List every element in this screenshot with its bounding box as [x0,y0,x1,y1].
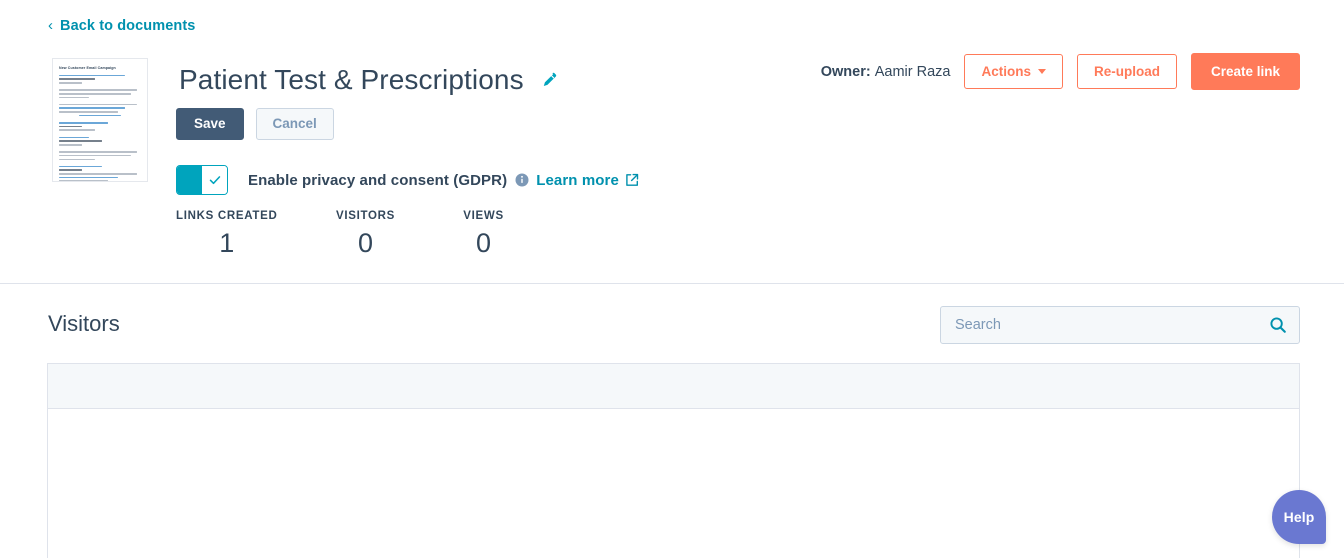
stat-label: VISITORS [335,210,396,222]
cancel-button[interactable]: Cancel [255,108,334,140]
thumbnail-line [59,122,109,124]
thumbnail-line [59,136,89,139]
gdpr-label: Enable privacy and consent (GDPR) [248,171,508,189]
toggle-track-on [177,166,202,194]
thumbnail-title: New Customer Email Campaign [59,66,116,70]
thumbnail-line [59,82,82,84]
search-icon[interactable] [1269,316,1287,334]
external-link-icon-svg [626,173,639,186]
stat-views: VIEWS 0 [454,210,514,257]
thumbnail-line [78,114,122,117]
stat-visitors: VISITORS 0 [336,210,396,257]
actions-dropdown-label: Actions [981,64,1031,79]
re-upload-button[interactable]: Re-upload [1076,54,1177,89]
stat-value: 1 [219,228,235,258]
visitors-table-body [48,409,1299,558]
document-details-page: ‹ Back to documents New Customer Email C… [0,0,1344,558]
search-input[interactable] [940,306,1300,344]
edit-action-buttons: Save Cancel [176,108,334,140]
header-actions: Owner: Aamir Raza Actions Re-upload Crea… [821,53,1300,90]
owner-label: Owner: [820,63,871,80]
pencil-icon[interactable] [538,69,560,91]
stat-label: VIEWS [463,210,504,222]
thumbnail-line [59,92,132,95]
thumbnail-line [59,89,137,91]
actions-dropdown-button[interactable]: Actions [964,54,1063,89]
help-button[interactable]: Help [1272,490,1326,544]
caret-down-icon [1037,69,1046,74]
pencil-icon-svg [543,72,556,86]
document-stats: LINKS CREATED 1 VISITORS 0 VIEWS 0 [176,210,514,257]
stat-label: LINKS CREATED [176,210,278,222]
thumbnail-line [59,151,137,153]
toggle-knob [202,166,227,194]
visitors-section: Visitors [0,285,1344,558]
learn-more-link[interactable]: Learn more [536,172,619,189]
gdpr-toggle[interactable] [176,165,228,195]
thumbnail-line [59,143,82,146]
external-link-icon[interactable] [625,173,639,187]
visitors-table-header-row [48,364,1299,409]
check-icon [209,176,220,185]
info-circle-icon[interactable] [515,173,529,187]
thumbnail-line [59,78,96,80]
search-icon-svg [1270,317,1286,333]
help-label: Help [1283,509,1315,525]
thumbnail-line [59,129,96,132]
thumbnail-line [59,140,102,142]
owner-name: Aamir Raza [874,63,951,80]
thumbnail-line [59,107,125,110]
thumbnail-line [59,103,137,106]
thumbnail-line [59,176,119,179]
stat-links-created: LINKS CREATED 1 [176,210,278,257]
info-circle-icon-svg [515,173,529,187]
thumbnail-line [59,169,82,172]
save-button[interactable]: Save [176,108,244,140]
visitors-heading: Visitors [48,311,120,336]
thumbnail-line [59,111,119,113]
owner-info: Owner: Aamir Raza [821,64,951,80]
create-link-button[interactable]: Create link [1190,53,1300,90]
document-header-section: New Customer Email Campaign Patient Test… [0,0,1344,284]
thumbnail-line [59,180,109,181]
thumbnail-line [59,173,137,175]
page-title: Patient Test & Prescriptions [179,64,524,95]
thumbnail-line [59,125,82,128]
visitors-table [47,363,1300,558]
document-thumbnail[interactable]: New Customer Email Campaign [52,58,148,182]
thumbnail-line [59,154,132,157]
thumbnail-line [59,165,102,168]
thumbnail-line [59,74,125,77]
thumbnail-line [59,96,89,99]
stat-value: 0 [358,228,374,258]
document-title-row: Patient Test & Prescriptions [179,62,560,98]
re-upload-label: Re-upload [1093,64,1160,79]
gdpr-consent-row: Enable privacy and consent (GDPR) Learn … [176,165,639,195]
visitors-search [940,306,1300,344]
stat-value: 0 [476,228,492,258]
thumbnail-line [59,158,96,161]
